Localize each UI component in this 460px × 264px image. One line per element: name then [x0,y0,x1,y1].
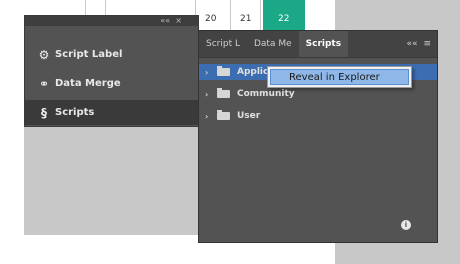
tab-script-label[interactable]: Script L [199,31,247,57]
script-label-icon: ⚙ [38,47,50,62]
sidebar-item-script-label[interactable]: ⚙ Script Label [25,42,198,67]
column-number: 22 [278,14,290,24]
column-number: 20 [205,14,217,24]
panel-tabs: Script L Data Me Scripts «« ≡ [199,31,437,58]
chevron-right-icon[interactable]: › [205,112,217,121]
context-menu: Reveal in Explorer [267,66,412,88]
panel-footer: i [199,208,437,242]
scripts-icon: § [41,105,47,120]
column-number: 21 [240,14,252,24]
folder-icon [217,66,230,76]
close-icon[interactable]: × [175,16,182,26]
panel-topbar[interactable]: «« × [25,16,198,26]
scripts-panel: Script L Data Me Scripts «« ≡ › Applicat… [198,30,438,243]
collapse-icon[interactable]: «« [406,39,417,49]
folder-icon [217,110,230,120]
tree-item-community[interactable]: › Community [199,86,437,102]
chevron-right-icon[interactable]: › [205,68,217,77]
data-merge-icon: ⚭ [38,76,50,91]
panel-tools: «« ≡ [406,31,431,57]
sidebar-item-label: Script Label [55,49,123,60]
selected-column: 22 [263,0,305,30]
sidebar-item-label: Data Merge [55,78,121,89]
sidebar-item-data-merge[interactable]: ⚭ Data Merge [25,71,198,96]
info-icon[interactable]: i [401,220,411,230]
menu-item-reveal-in-explorer[interactable]: Reveal in Explorer [270,69,409,85]
collapse-icon[interactable]: «« [160,16,170,26]
utilities-panel: «« × ⚙ Script Label ⚭ Data Merge § Scrip… [24,15,199,127]
panel-menu-icon[interactable]: ≡ [423,39,431,49]
tree-item-user[interactable]: › User [199,108,437,124]
sidebar-item-label: Scripts [55,107,95,118]
tab-scripts[interactable]: Scripts [298,31,349,57]
chevron-right-icon[interactable]: › [205,90,217,99]
tab-data-merge[interactable]: Data Me [247,31,299,57]
sidebar-item-scripts[interactable]: § Scripts [25,100,198,125]
tree-item-label: User [237,111,261,121]
workspace-lower [24,125,199,235]
workspace-left [0,0,20,264]
folder-icon [217,88,230,98]
tree-item-label: Community [237,89,295,99]
